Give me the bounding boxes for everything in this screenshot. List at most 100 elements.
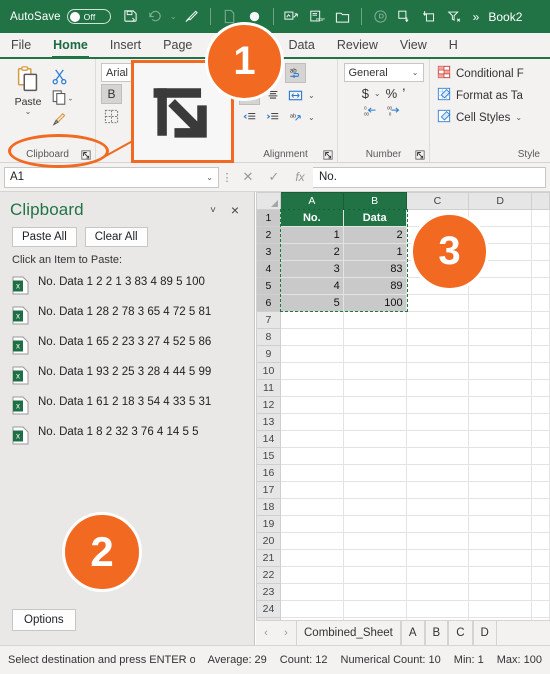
row-header-12[interactable]: 12 bbox=[256, 396, 281, 414]
cell-c19[interactable] bbox=[406, 515, 470, 533]
cell-d24[interactable] bbox=[468, 600, 532, 618]
cell-e13[interactable] bbox=[531, 413, 550, 431]
cell-d7[interactable] bbox=[468, 311, 532, 329]
tab-review[interactable]: Review bbox=[326, 35, 389, 57]
cell-a22[interactable] bbox=[280, 566, 344, 584]
cell-b1[interactable]: Data bbox=[343, 209, 407, 227]
cell-b19[interactable] bbox=[343, 515, 407, 533]
cell-e4[interactable] bbox=[531, 260, 550, 278]
cell-b13[interactable] bbox=[343, 413, 407, 431]
cell-b10[interactable] bbox=[343, 362, 407, 380]
cell-e18[interactable] bbox=[531, 498, 550, 516]
cell-a7[interactable] bbox=[280, 311, 344, 329]
cell-e12[interactable] bbox=[531, 396, 550, 414]
format-as-table-button[interactable]: Format as Ta bbox=[437, 85, 523, 106]
cell-a17[interactable] bbox=[280, 481, 344, 499]
comma-style-button[interactable]: ’ bbox=[402, 85, 405, 101]
row-header-6[interactable]: 6 bbox=[256, 294, 281, 312]
row-header-19[interactable]: 19 bbox=[256, 515, 281, 533]
cell-b7[interactable] bbox=[343, 311, 407, 329]
undo-dropdown-icon[interactable]: ⌄ bbox=[169, 5, 178, 28]
formula-bar-drag-handle[interactable]: ⋮ bbox=[219, 171, 235, 184]
row-header-8[interactable]: 8 bbox=[256, 328, 281, 346]
pane-close-icon[interactable]: × bbox=[224, 202, 246, 218]
cell-a13[interactable] bbox=[280, 413, 344, 431]
cell-e14[interactable] bbox=[531, 430, 550, 448]
cell-e22[interactable] bbox=[531, 566, 550, 584]
cell-d5[interactable] bbox=[468, 277, 532, 295]
cell-d16[interactable] bbox=[468, 464, 532, 482]
row-header-2[interactable]: 2 bbox=[256, 226, 281, 244]
cell-c18[interactable] bbox=[406, 498, 470, 516]
status-min[interactable]: Min: 1 bbox=[454, 654, 484, 666]
cell-a9[interactable] bbox=[280, 345, 344, 363]
sheet-next-icon[interactable]: › bbox=[276, 627, 296, 639]
cell-d8[interactable] bbox=[468, 328, 532, 346]
orientation-icon[interactable]: ab bbox=[285, 107, 306, 127]
decrease-indent-icon[interactable] bbox=[239, 107, 260, 127]
more-commands-icon[interactable]: » bbox=[469, 10, 483, 24]
formula-input[interactable]: No. bbox=[313, 166, 546, 188]
cell-d20[interactable] bbox=[468, 532, 532, 550]
column-header-e[interactable] bbox=[531, 192, 550, 210]
filter-clear-icon[interactable] bbox=[444, 5, 467, 28]
cell-b21[interactable] bbox=[343, 549, 407, 567]
cell-a11[interactable] bbox=[280, 379, 344, 397]
currency-dropdown-caret[interactable]: ⌄ bbox=[374, 89, 381, 98]
increase-indent-icon[interactable] bbox=[262, 107, 283, 127]
cell-a14[interactable] bbox=[280, 430, 344, 448]
cell-b23[interactable] bbox=[343, 583, 407, 601]
row-header-24[interactable]: 24 bbox=[256, 600, 281, 618]
row-header-15[interactable]: 15 bbox=[256, 447, 281, 465]
currency-button[interactable]: $ bbox=[362, 86, 369, 101]
cut-button[interactable] bbox=[51, 66, 81, 86]
cell-a5[interactable]: 4 bbox=[280, 277, 344, 295]
cell-b17[interactable] bbox=[343, 481, 407, 499]
cell-b3[interactable]: 1 bbox=[343, 243, 407, 261]
clipboard-item[interactable]: x No. Data 1 8 2 32 3 76 4 14 5 5 bbox=[12, 420, 246, 450]
cell-d22[interactable] bbox=[468, 566, 532, 584]
status-numerical-count[interactable]: Numerical Count: 10 bbox=[341, 654, 441, 666]
status-count[interactable]: Count: 12 bbox=[280, 654, 328, 666]
chart-icon[interactable] bbox=[281, 5, 304, 28]
format-painter-button[interactable] bbox=[51, 110, 81, 130]
copy-button[interactable]: ⌄ bbox=[51, 88, 81, 108]
status-max[interactable]: Max: 100 bbox=[497, 654, 542, 666]
cell-b24[interactable] bbox=[343, 600, 407, 618]
cell-b18[interactable] bbox=[343, 498, 407, 516]
format-painter-icon[interactable] bbox=[180, 5, 203, 28]
cell-c12[interactable] bbox=[406, 396, 470, 414]
number-dialog-launcher-icon[interactable] bbox=[414, 150, 425, 161]
cell-c20[interactable] bbox=[406, 532, 470, 550]
cell-e19[interactable] bbox=[531, 515, 550, 533]
clear-all-button[interactable]: Clear All bbox=[84, 227, 148, 247]
cell-c9[interactable] bbox=[406, 345, 470, 363]
cell-a18[interactable] bbox=[280, 498, 344, 516]
cell-d14[interactable] bbox=[468, 430, 532, 448]
cell-a4[interactable]: 3 bbox=[280, 260, 344, 278]
conditional-formatting-button[interactable]: Conditional F bbox=[437, 63, 524, 84]
tab-data[interactable]: Data bbox=[277, 35, 325, 57]
cell-a20[interactable] bbox=[280, 532, 344, 550]
cell-a21[interactable] bbox=[280, 549, 344, 567]
cell-e7[interactable] bbox=[531, 311, 550, 329]
sheet-tab-c[interactable]: C bbox=[448, 620, 473, 646]
row-header-16[interactable]: 16 bbox=[256, 464, 281, 482]
cell-c6[interactable] bbox=[406, 294, 470, 312]
cell-b11[interactable] bbox=[343, 379, 407, 397]
clipboard-item[interactable]: x No. Data 1 93 2 25 3 28 4 44 5 99 bbox=[12, 360, 246, 390]
sort-asc-icon[interactable] bbox=[394, 5, 417, 28]
cell-b15[interactable] bbox=[343, 447, 407, 465]
cell-d18[interactable] bbox=[468, 498, 532, 516]
folder-icon[interactable] bbox=[331, 5, 354, 28]
cell-a8[interactable] bbox=[280, 328, 344, 346]
sheet-tab-d[interactable]: D bbox=[472, 620, 497, 646]
cell-d15[interactable] bbox=[468, 447, 532, 465]
cell-d6[interactable] bbox=[468, 294, 532, 312]
cell-c17[interactable] bbox=[406, 481, 470, 499]
pane-menu-chevron-down-icon[interactable]: ˅ bbox=[202, 205, 224, 216]
fx-icon[interactable]: fx bbox=[287, 167, 313, 188]
name-box[interactable]: A1 ⌄ bbox=[4, 166, 219, 188]
column-header-a[interactable]: A bbox=[279, 192, 344, 210]
borders-icon[interactable] bbox=[101, 106, 122, 126]
